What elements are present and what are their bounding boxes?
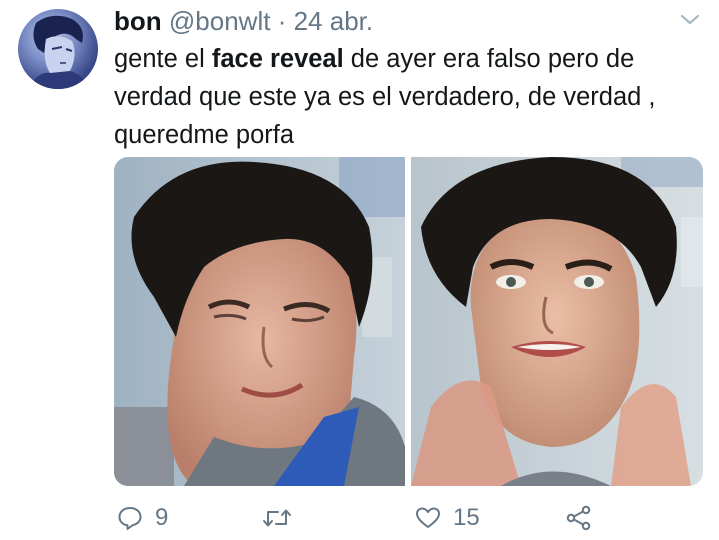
chevron-down-icon [680,14,700,25]
like-button[interactable]: 15 [415,503,480,533]
like-count: 15 [453,504,480,531]
tweet-header: bon @bonwlt · 24 abr. [114,6,373,36]
left-photo-image [114,157,405,486]
left-photo[interactable] [114,157,405,486]
tweet-text-start: gente el [114,45,212,73]
heart-icon [416,507,440,528]
tweet-text-bold: face reveal [211,45,344,73]
user-handle[interactable]: @bonwlt [169,6,271,36]
tweet-text: gente el face reveal de ayer era falso p… [114,40,709,154]
separator-dot: · [277,6,287,36]
reply-count: 9 [155,504,169,531]
media-grid [114,157,703,486]
tweet-date[interactable]: 24 abr. [294,6,374,36]
action-bar: 9 15 [0,503,719,533]
more-options-button[interactable] [676,10,704,30]
display-name[interactable]: bon [114,6,162,36]
avatar-illustration [28,15,90,89]
retweet-icon [263,509,291,527]
avatar[interactable] [18,9,98,89]
retweet-button[interactable] [262,503,304,533]
right-photo[interactable] [411,157,703,486]
reply-button[interactable]: 9 [117,503,168,533]
share-button[interactable] [566,503,592,533]
share-icon [566,505,591,531]
reply-icon [118,507,142,530]
right-photo-image [411,157,703,486]
